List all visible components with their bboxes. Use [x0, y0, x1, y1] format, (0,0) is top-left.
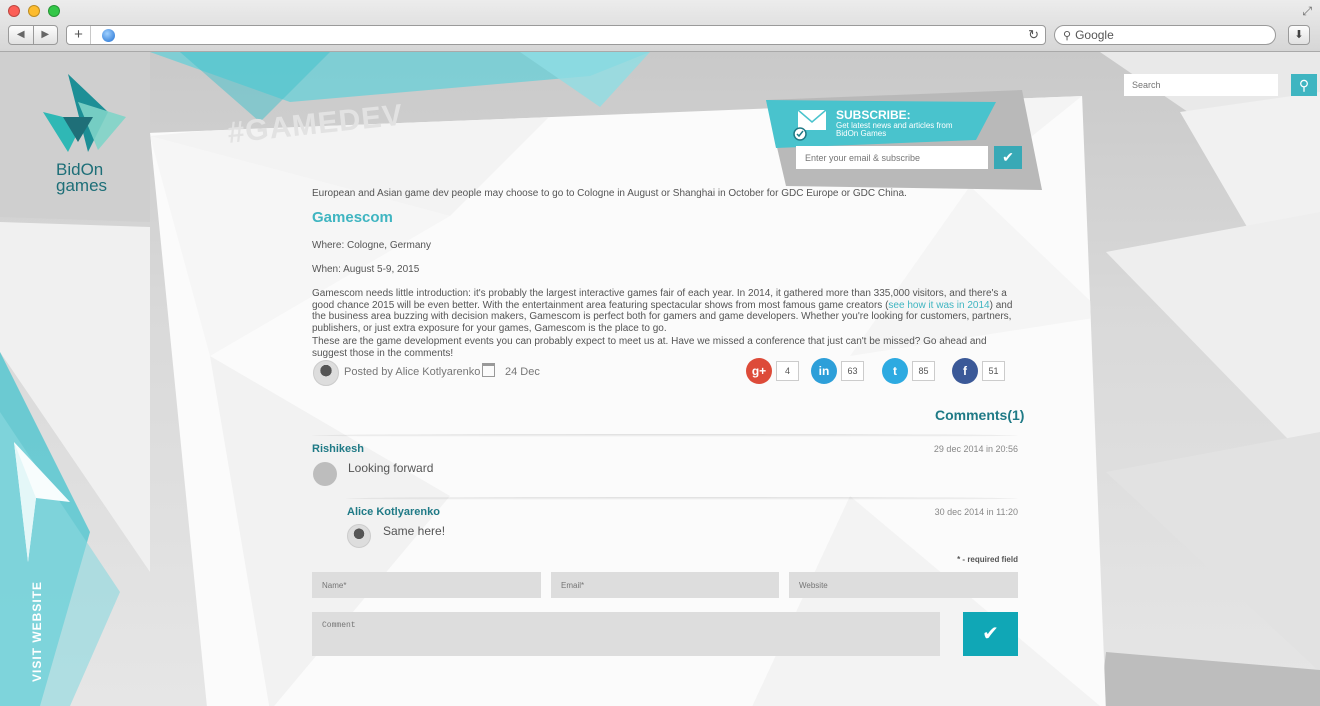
google-plus-icon[interactable]: g+	[746, 358, 772, 384]
checkmark-icon: ✔	[982, 623, 999, 645]
author-avatar[interactable]	[313, 360, 339, 386]
article-intro: European and Asian game dev people may c…	[312, 188, 907, 199]
close-window-button[interactable]	[8, 5, 20, 17]
twitter-count: 85	[912, 361, 935, 381]
twitter-icon[interactable]: t	[882, 358, 908, 384]
subscribe-title: SUBSCRIBE:	[836, 108, 911, 122]
email-field[interactable]	[551, 572, 779, 598]
linkedin-icon[interactable]: in	[811, 358, 837, 384]
site-search-input[interactable]	[1124, 74, 1278, 96]
logo-line-2: games	[56, 176, 108, 195]
comment-textarea[interactable]	[312, 612, 940, 656]
magnifier-icon: ⚲	[1298, 77, 1310, 93]
comment-author[interactable]: Rishikesh	[312, 443, 364, 455]
article-heading: Gamescom	[312, 209, 393, 226]
share-twitter[interactable]: t 85	[882, 358, 935, 384]
browser-toolbar: ⤢ ◀ ▶ + ↻ ⚲ Google ⬇	[0, 0, 1320, 52]
share-linkedin[interactable]: in 63	[811, 358, 864, 384]
subscribe-description: Get latest news and articles from BidOn …	[836, 121, 953, 138]
search-engine-label: Google	[1075, 28, 1114, 42]
name-field[interactable]	[312, 572, 541, 598]
browser-search-field[interactable]: ⚲ Google	[1054, 25, 1276, 45]
website-field[interactable]	[789, 572, 1018, 598]
comment-date: 29 dec 2014 in 20:56	[933, 444, 1018, 454]
downloads-icon[interactable]: ⬇	[1288, 25, 1310, 45]
article-paragraph: Gamescom needs little introduction: it's…	[312, 288, 1018, 334]
submit-comment-button[interactable]: ✔	[963, 612, 1018, 656]
address-bar[interactable]: + ↻	[66, 25, 1046, 45]
event-dates: When: August 5-9, 2015	[312, 264, 420, 275]
facebook-icon[interactable]: f	[952, 358, 978, 384]
posted-by[interactable]: Posted by Alice Kotlyarenko	[344, 366, 480, 378]
comments-divider	[312, 434, 1018, 437]
share-google-plus[interactable]: g+ 4	[746, 358, 799, 384]
google-plus-count: 4	[776, 361, 799, 381]
checkmark-icon: ✔	[1002, 149, 1014, 165]
linkedin-count: 63	[841, 361, 864, 381]
reply-avatar	[347, 524, 371, 548]
globe-icon	[102, 29, 115, 42]
reply-author[interactable]: Alice Kotlyarenko	[347, 506, 440, 518]
subscribe-panel	[766, 90, 1042, 190]
new-tab-icon[interactable]: +	[67, 26, 91, 44]
subscribe-button[interactable]: ✔	[994, 146, 1022, 169]
bidon-logo[interactable]	[38, 72, 128, 162]
zoom-window-button[interactable]	[48, 5, 60, 17]
back-forward-group: ◀ ▶	[8, 25, 58, 45]
subscribe-email-input[interactable]	[796, 146, 988, 169]
post-date: 24 Dec	[505, 366, 540, 378]
calendar-icon	[482, 363, 495, 377]
logo-wordmark: BidOn games	[56, 161, 108, 195]
required-field-note: * - required field	[957, 555, 1018, 564]
reply-date: 30 dec 2014 in 11:20	[934, 507, 1018, 517]
visit-website-link[interactable]: VISIT WEBSITE	[30, 581, 44, 682]
forward-icon[interactable]: ▶	[32, 26, 58, 44]
reload-icon[interactable]: ↻	[1028, 26, 1039, 44]
comment-text: Looking forward	[348, 461, 434, 475]
reply-text: Same here!	[383, 524, 446, 538]
article-closing: These are the game development events yo…	[312, 336, 987, 359]
minimize-window-button[interactable]	[28, 5, 40, 17]
share-facebook[interactable]: f 51	[952, 358, 1005, 384]
gamescom-2014-link[interactable]: see how it was in 2014	[888, 300, 989, 311]
comments-heading: Comments(1)	[935, 407, 1025, 423]
back-icon[interactable]: ◀	[9, 26, 33, 44]
search-icon: ⚲	[1063, 30, 1072, 42]
default-avatar-icon	[313, 462, 337, 486]
fullscreen-icon[interactable]: ⤢	[1302, 4, 1312, 19]
site-search-button[interactable]: ⚲	[1291, 74, 1317, 96]
reply-divider	[346, 497, 1018, 500]
web-page: BidOn games ⚲ VISIT WEBSITE #GAMEDEV SUB…	[0, 52, 1320, 706]
facebook-count: 51	[982, 361, 1005, 381]
event-location: Where: Cologne, Germany	[312, 240, 431, 251]
